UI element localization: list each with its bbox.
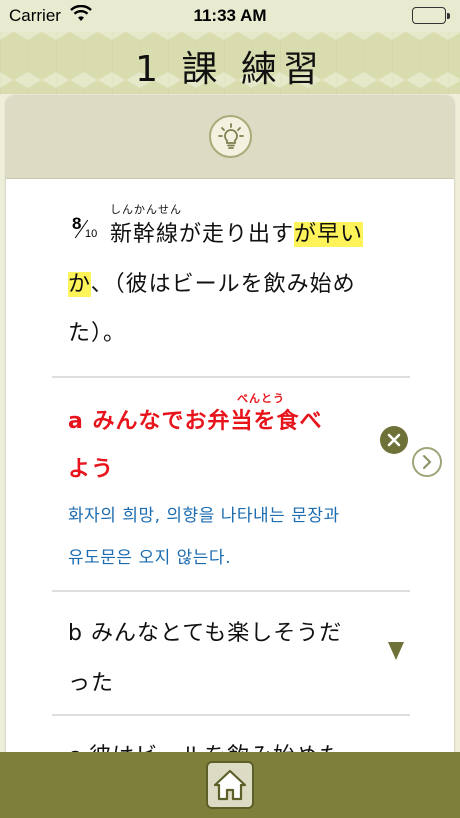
- question-text: 、（彼はビールを飲み始め: [90, 272, 356, 297]
- question-text: 新幹線が走り出す: [110, 222, 295, 247]
- ruby-shinkansen: しんかんせん: [110, 203, 182, 216]
- highlight-target: が早い: [294, 222, 364, 247]
- chevron-right-icon: [423, 455, 432, 469]
- expand-arrow-icon[interactable]: [388, 642, 404, 660]
- home-button[interactable]: [206, 761, 254, 809]
- battery-icon: [412, 7, 450, 24]
- status-bar: Carrier 11:33 AM: [0, 0, 460, 32]
- option-a-text-1: a みんなでお弁当を食べ: [68, 409, 323, 434]
- bottom-bar: [0, 752, 460, 818]
- question-counter: 8 10: [68, 214, 102, 248]
- clock: 11:33 AM: [193, 6, 267, 25]
- explanation-line-2: 유도문은 오지 않는다.: [68, 548, 231, 568]
- option-b-text-1: b みんなとても楽しそうだ: [68, 621, 343, 646]
- highlight-target-end: か: [68, 272, 91, 297]
- hint-bar: [6, 96, 454, 179]
- page-title: 1 課 練習: [135, 49, 325, 90]
- question-line-1: 新幹線が走り出すが早い: [110, 216, 364, 248]
- question-line-3: た）。: [68, 321, 127, 346]
- exercise-card: 8 10 しんかんせん 新幹線が走り出すが早い か、（彼はビールを飲み始め た）…: [6, 96, 454, 756]
- question-total: 10: [85, 228, 98, 240]
- close-icon: [380, 426, 408, 454]
- next-button[interactable]: [412, 447, 442, 477]
- home-icon: [213, 769, 247, 801]
- divider: [52, 714, 410, 716]
- explanation-line-1: 화자의 희망, 의향을 나타내는 문장과: [68, 506, 340, 526]
- divider: [52, 376, 410, 378]
- lightbulb-icon: [217, 122, 244, 149]
- option-b-text-2: った: [68, 671, 115, 696]
- question-line-2: か、（彼はビールを飲み始め: [68, 266, 356, 298]
- divider: [52, 590, 410, 592]
- option-a-text-2: よう: [68, 457, 115, 482]
- header: 1 課 練習: [0, 32, 460, 94]
- hint-button[interactable]: [209, 115, 252, 158]
